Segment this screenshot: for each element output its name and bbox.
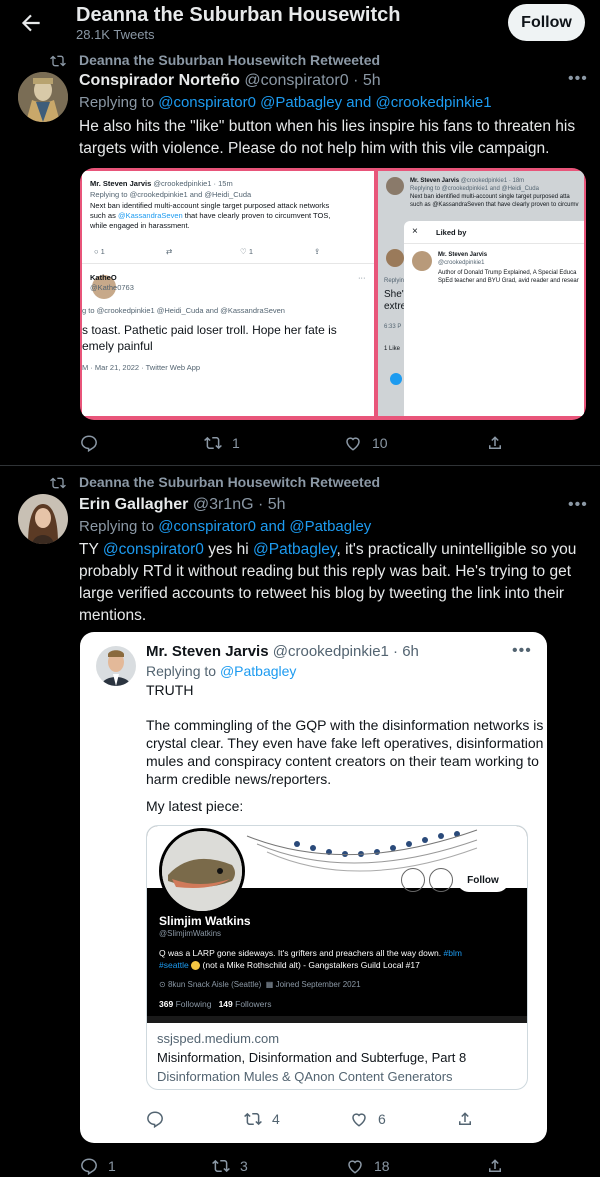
link-domain: ssjsped.medium.com bbox=[157, 1031, 280, 1046]
avatar[interactable] bbox=[96, 646, 136, 686]
mention-link[interactable]: @conspirator0 bbox=[103, 541, 204, 558]
replying-to: Replying to @conspirator0 and @Patbagley bbox=[79, 518, 372, 535]
quoted-paragraph: The commingling of the GQP with the disi… bbox=[146, 717, 544, 787]
link-card-image: ••• Follow Slimjim Watkins @SlimjimWatki… bbox=[147, 826, 527, 1023]
retweeted-by: Deanna the Suburban Housewitch Retweeted bbox=[79, 474, 381, 490]
retweet-icon bbox=[212, 1159, 230, 1173]
reply-action[interactable]: 1 bbox=[80, 1157, 116, 1175]
retweet-icon bbox=[204, 436, 222, 450]
reply-mentions[interactable]: @conspirator0 @Patbagley and @crookedpin… bbox=[158, 94, 491, 111]
avatar[interactable] bbox=[18, 494, 68, 544]
more-options-icon[interactable]: ••• bbox=[568, 70, 588, 88]
heart-icon bbox=[352, 1113, 366, 1127]
mini-like-count: ♡ 1 bbox=[240, 247, 253, 256]
retweet-action[interactable]: 1 bbox=[204, 434, 240, 452]
more-options-icon[interactable]: ••• bbox=[568, 496, 588, 514]
emoji-icon bbox=[191, 961, 201, 971]
author-line: Conspirador Norteño @conspirator0 · 5h bbox=[79, 72, 381, 90]
quoted-tweet[interactable]: Mr. Steven Jarvis @crookedpinkie1 · 6h •… bbox=[80, 632, 547, 1143]
tweet-image[interactable]: Mr. Steven Jarvis @crookedpinkie1 · 15m … bbox=[80, 168, 586, 420]
replying-to: Replying to @Patbagley bbox=[146, 663, 297, 679]
retweeted-by: Deanna the Suburban Housewitch Retweeted bbox=[79, 52, 381, 68]
retweet-icon bbox=[244, 1112, 262, 1126]
profile-name: Deanna the Suburban Housewitch bbox=[76, 4, 401, 26]
author-line: Erin Gallagher @3r1nG · 5h bbox=[79, 496, 286, 514]
retweet-icon bbox=[50, 475, 66, 491]
share-action[interactable] bbox=[486, 1157, 504, 1175]
link-headline: Misinformation, Disinformation and Subte… bbox=[157, 1050, 467, 1065]
avatar bbox=[412, 251, 432, 271]
link-preview-card[interactable]: ••• Follow Slimjim Watkins @SlimjimWatki… bbox=[146, 825, 528, 1090]
mini-share-icon: ⇪ bbox=[314, 247, 321, 256]
reply-icon bbox=[81, 1158, 97, 1175]
retweet-action[interactable]: 3 bbox=[212, 1157, 248, 1175]
retweet-icon bbox=[50, 53, 66, 69]
profile-bio: Q was a LARP gone sideways. It's grifter… bbox=[159, 948, 462, 971]
avatar bbox=[159, 828, 245, 914]
profile-follow-button: Follow bbox=[457, 868, 509, 892]
profile-counts: 369 Following 149 Followers bbox=[159, 999, 272, 1009]
reply-action[interactable] bbox=[146, 1110, 174, 1128]
heart-icon bbox=[346, 437, 360, 451]
like-action[interactable]: 10 bbox=[344, 434, 388, 452]
retweet-action[interactable]: 4 bbox=[244, 1110, 280, 1128]
tweet-text: TY @conspirator0 yes hi @Patbagley, it's… bbox=[79, 541, 577, 624]
screenshot-right: Mr. Steven Jarvis @crookedpinkie1 · 18m … bbox=[378, 171, 584, 416]
liked-by-modal: × Liked by Mr. Steven Jarvis @crookedpin… bbox=[404, 221, 584, 416]
reply-action[interactable] bbox=[80, 434, 108, 452]
mention-link[interactable]: @Patbagley bbox=[253, 541, 337, 558]
quoted-text: TRUTH bbox=[146, 682, 194, 698]
quoted-author-name[interactable]: Mr. Steven Jarvis bbox=[146, 643, 269, 660]
follow-button[interactable]: Follow bbox=[508, 4, 585, 41]
share-action[interactable] bbox=[486, 434, 504, 452]
reply-icon bbox=[147, 1111, 163, 1128]
share-icon bbox=[459, 1112, 471, 1125]
more-options-icon[interactable]: ••• bbox=[512, 642, 532, 660]
replying-to: Replying to @conspirator0 @Patbagley and… bbox=[79, 94, 492, 111]
link-description: Disinformation Mules & QAnon Content Gen… bbox=[157, 1069, 453, 1084]
reply-icon bbox=[81, 435, 97, 452]
calendar-icon: ▦ bbox=[265, 980, 274, 989]
author-name[interactable]: Erin Gallagher bbox=[79, 496, 188, 513]
profile-header: Deanna the Suburban Housewitch 28.1K Twe… bbox=[0, 0, 600, 46]
share-action[interactable] bbox=[456, 1110, 474, 1128]
author-name[interactable]: Conspirador Norteño bbox=[79, 72, 240, 89]
author-handle-time[interactable]: @conspirator0 · 5h bbox=[244, 72, 380, 89]
close-icon: × bbox=[412, 226, 418, 237]
screenshot-left: Mr. Steven Jarvis @crookedpinkie1 · 15m … bbox=[82, 171, 374, 416]
heart-icon bbox=[348, 1160, 362, 1174]
quoted-author-line: Mr. Steven Jarvis @crookedpinkie1 · 6h bbox=[146, 643, 419, 660]
mini-retweet-icon: ⇄ bbox=[166, 247, 173, 256]
like-action[interactable]: 6 bbox=[350, 1110, 386, 1128]
reply-mentions[interactable]: @conspirator0 and @Patbagley bbox=[158, 518, 371, 535]
quoted-latest: My latest piece: bbox=[146, 798, 244, 814]
tweet-text: He also hits the "like" button when his … bbox=[79, 118, 576, 157]
more-icon: ••• bbox=[401, 868, 425, 892]
like-action[interactable]: 18 bbox=[346, 1157, 390, 1175]
reply-mentions[interactable]: @Patbagley bbox=[220, 663, 296, 679]
avatar[interactable] bbox=[18, 72, 68, 122]
profile-meta: ⊙ 8kun Snack Aisle (Seattle) ▦ Joined Se… bbox=[159, 980, 361, 989]
share-icon bbox=[489, 436, 501, 449]
location-icon: ⊙ bbox=[159, 980, 166, 989]
mini-reply-count: ○ 1 bbox=[94, 247, 105, 256]
author-handle-time[interactable]: @3r1nG · 5h bbox=[193, 496, 286, 513]
tweet-count: 28.1K Tweets bbox=[76, 27, 155, 42]
share-icon bbox=[489, 1159, 501, 1172]
quoted-author-handle-time[interactable]: @crookedpinkie1 · 6h bbox=[273, 643, 419, 660]
message-icon bbox=[429, 868, 453, 892]
back-arrow-icon[interactable] bbox=[18, 10, 44, 36]
